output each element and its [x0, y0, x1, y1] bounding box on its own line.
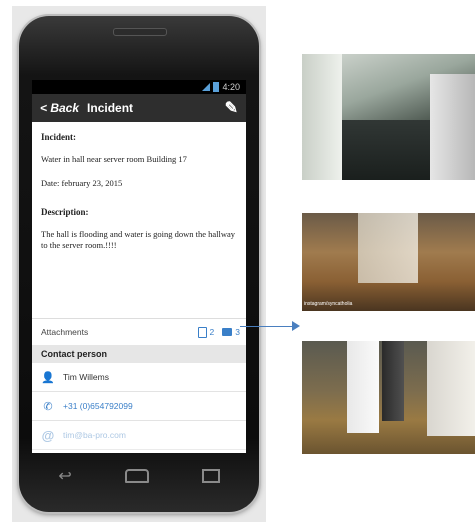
- attachments-row: Attachments 2 3: [32, 318, 246, 345]
- photo-rack: [347, 341, 379, 433]
- back-nav-icon[interactable]: ↩: [58, 466, 71, 486]
- speaker-grille: [113, 28, 167, 36]
- phone-frame: 4:20 < Back Incident ✎ Incident: Water i…: [12, 6, 266, 522]
- contact-email[interactable]: tim@ba-pro.com: [63, 430, 126, 440]
- photo-caption: instagram/syncatholia: [304, 301, 353, 307]
- attachment-arrow: [240, 326, 298, 327]
- image-icon: [222, 328, 233, 336]
- back-button[interactable]: < Back: [40, 101, 79, 115]
- pencil-icon[interactable]: ✎: [225, 98, 238, 118]
- arrow-head: [292, 321, 300, 331]
- photo-rack-dark: [382, 341, 404, 421]
- document-count: 2: [209, 327, 215, 337]
- flood-photo-room[interactable]: instagram/syncatholia: [302, 213, 475, 311]
- contact-phone-row[interactable]: ✆ +31 (0)654792099: [32, 392, 246, 421]
- description-text: The hall is flooding and water is going …: [41, 229, 236, 250]
- flood-photo-hallway[interactable]: [302, 54, 475, 180]
- flood-photo-server-rack[interactable]: [302, 341, 475, 454]
- photo-wall: [427, 341, 475, 436]
- status-bar: 4:20: [32, 80, 246, 94]
- contact-phone[interactable]: +31 (0)654792099: [63, 401, 133, 411]
- page-title: Incident: [87, 101, 134, 115]
- contact-name-row: 👤 Tim Willems: [32, 363, 246, 392]
- recent-apps-icon[interactable]: [201, 469, 220, 483]
- status-time: 4:20: [222, 82, 240, 92]
- incident-heading: Incident:: [41, 132, 77, 142]
- home-nav-icon[interactable]: [124, 469, 149, 483]
- incident-details: Incident: Water in hall near server room…: [32, 122, 246, 318]
- incident-date: Date: february 23, 2015: [41, 178, 123, 188]
- contact-heading: Contact person: [32, 345, 246, 363]
- document-icon: [197, 326, 207, 338]
- attachments-label: Attachments: [41, 327, 89, 337]
- photo-water: [342, 120, 432, 180]
- signal-icon: [202, 83, 211, 91]
- photo-door: [358, 213, 418, 283]
- battery-icon: [213, 82, 220, 92]
- image-count: 3: [235, 327, 240, 337]
- nav-bar: ↩: [32, 456, 246, 496]
- contact-email-row[interactable]: @ tim@ba-pro.com: [32, 421, 246, 450]
- at-icon: @: [41, 427, 55, 443]
- person-icon: 👤: [41, 371, 55, 384]
- image-attachments[interactable]: 3: [222, 327, 240, 337]
- action-bar: < Back Incident ✎: [32, 94, 246, 122]
- contact-name: Tim Willems: [63, 372, 109, 382]
- photo-wall: [302, 54, 342, 180]
- photo-door: [430, 74, 475, 180]
- description-heading: Description:: [41, 207, 89, 217]
- incident-text: Water in hall near server room Building …: [41, 154, 187, 164]
- phone-screen: 4:20 < Back Incident ✎ Incident: Water i…: [32, 80, 246, 453]
- phone-icon: ✆: [43, 400, 53, 413]
- phone-body: 4:20 < Back Incident ✎ Incident: Water i…: [19, 16, 259, 512]
- document-attachments[interactable]: 2: [197, 326, 215, 338]
